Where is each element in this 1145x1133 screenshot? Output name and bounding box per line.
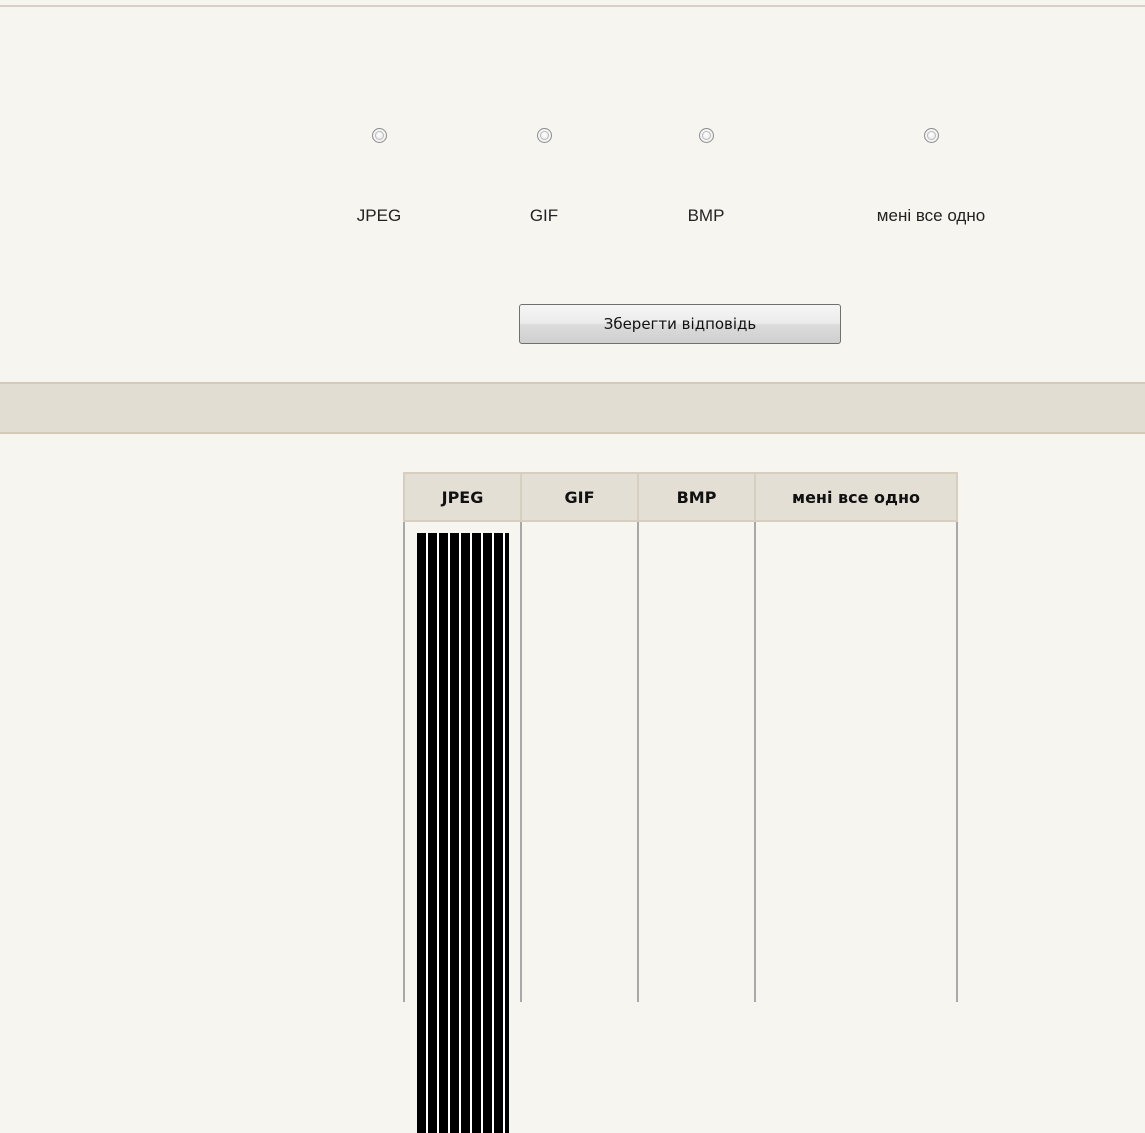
radio-any[interactable] <box>923 128 939 143</box>
results-cell-gif <box>520 520 639 1002</box>
top-divider <box>0 5 1145 7</box>
results-header-any: мені все одно <box>754 472 958 522</box>
option-label-gif: GIF <box>529 206 559 225</box>
results-cell-jpeg <box>403 520 522 1133</box>
results-cell-any <box>754 520 958 1002</box>
option-label-any: мені все одно <box>876 206 986 225</box>
option-label-bmp: BMP <box>687 206 725 225</box>
radio-jpeg[interactable] <box>371 128 387 143</box>
radio-gif[interactable] <box>536 128 552 143</box>
poll-option-any[interactable]: мені все одно <box>851 128 1011 227</box>
results-header-bmp: BMP <box>637 472 756 522</box>
option-label-jpeg: JPEG <box>356 206 402 225</box>
save-answer-button[interactable]: Зберегти відповідь <box>519 304 841 344</box>
section-divider <box>0 382 1145 434</box>
results-table: JPEG GIF BMP мені все одно <box>403 472 958 1133</box>
poll-option-gif[interactable]: GIF <box>464 128 624 227</box>
result-bar-jpeg <box>417 533 509 1133</box>
poll-option-bmp[interactable]: BMP <box>626 128 786 227</box>
results-header-jpeg: JPEG <box>403 472 522 522</box>
radio-bmp[interactable] <box>698 128 714 143</box>
results-bar-row <box>403 520 958 1133</box>
results-header-gif: GIF <box>520 472 639 522</box>
poll-option-jpeg[interactable]: JPEG <box>299 128 459 227</box>
results-cell-bmp <box>637 520 756 1002</box>
results-header-row: JPEG GIF BMP мені все одно <box>403 472 958 522</box>
